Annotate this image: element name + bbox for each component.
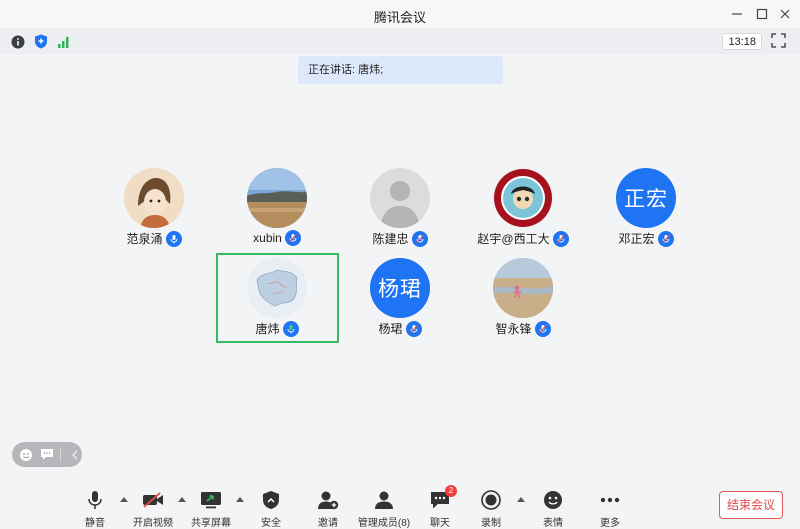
avatar bbox=[247, 168, 307, 228]
minimize-button[interactable] bbox=[728, 5, 746, 23]
shield-icon[interactable] bbox=[32, 33, 49, 50]
share-screen-label: 共享屏幕 bbox=[191, 518, 231, 529]
microphone-muted-icon[interactable] bbox=[405, 320, 422, 337]
participant-tile[interactable]: 陈建忠 bbox=[340, 168, 460, 256]
reactions-label: 表情 bbox=[543, 518, 563, 529]
chat-bubble-icon[interactable] bbox=[39, 447, 54, 462]
meeting-clock: 13:18 bbox=[722, 33, 762, 50]
microphone-icon[interactable] bbox=[165, 230, 182, 247]
security-label: 安全 bbox=[261, 518, 281, 529]
emoji-icon[interactable] bbox=[18, 447, 33, 462]
maximize-button[interactable] bbox=[753, 5, 771, 23]
end-meeting-button[interactable]: 结束会议 bbox=[719, 491, 783, 519]
avatar bbox=[124, 168, 184, 228]
microphone-icon bbox=[84, 489, 106, 511]
chevron-left-icon[interactable] bbox=[67, 447, 82, 462]
participant-name: 邓正宏 bbox=[618, 232, 655, 246]
add-user-icon bbox=[317, 489, 339, 511]
mute-label: 静音 bbox=[85, 518, 105, 529]
microphone-muted-icon[interactable] bbox=[552, 230, 569, 247]
more-label: 更多 bbox=[600, 518, 620, 529]
divider bbox=[60, 447, 61, 462]
avatar bbox=[493, 258, 553, 318]
participant-tile[interactable]: xubin bbox=[217, 168, 337, 256]
microphone-muted-icon[interactable] bbox=[284, 230, 301, 246]
chat-unread-badge: 2 bbox=[445, 485, 457, 497]
chat-label: 聊天 bbox=[430, 518, 450, 529]
manage-members-button[interactable]: 管理成员(8) bbox=[353, 489, 415, 529]
security-button[interactable]: 安全 bbox=[240, 489, 302, 529]
avatar bbox=[493, 168, 553, 228]
fullscreen-icon[interactable] bbox=[771, 33, 788, 50]
participant-name: xubin bbox=[253, 231, 282, 245]
record-label: 录制 bbox=[481, 518, 501, 529]
participant-tile[interactable]: 唐炜 bbox=[217, 258, 337, 346]
participant-name: 唐炜 bbox=[255, 322, 280, 336]
signal-icon[interactable] bbox=[55, 33, 72, 50]
microphone-muted-icon[interactable] bbox=[657, 230, 674, 247]
share-screen-button[interactable]: 共享屏幕 bbox=[180, 489, 242, 529]
emoji-icon bbox=[542, 489, 564, 511]
status-bar: 13:18 bbox=[0, 29, 800, 54]
microphone-speaking-icon[interactable] bbox=[282, 320, 299, 337]
speaking-banner: 正在讲话: 唐炜; bbox=[298, 56, 503, 84]
shield-icon bbox=[260, 489, 282, 511]
window-title: 腾讯会议 bbox=[373, 10, 426, 25]
avatar bbox=[370, 168, 430, 228]
title-bar: 腾讯会议 bbox=[0, 0, 800, 29]
participant-name: 陈建忠 bbox=[372, 232, 409, 246]
more-dots-icon bbox=[599, 489, 621, 511]
participant-tile[interactable]: 杨珺 杨珺 bbox=[340, 258, 460, 346]
participant-tile[interactable]: 赵宇@西工大 bbox=[463, 168, 583, 256]
floating-reaction-bar bbox=[12, 442, 82, 467]
participant-name: 杨珺 bbox=[378, 322, 403, 336]
microphone-muted-icon[interactable] bbox=[534, 320, 551, 337]
manage-members-label: 管理成员(8) bbox=[357, 518, 411, 529]
close-button[interactable] bbox=[776, 5, 794, 23]
avatar bbox=[247, 258, 307, 318]
participant-tile[interactable]: 智永锋 bbox=[463, 258, 583, 346]
participant-name: 范泉涌 bbox=[126, 232, 163, 246]
avatar: 杨珺 bbox=[370, 258, 430, 318]
share-screen-icon bbox=[200, 489, 222, 511]
invite-button[interactable]: 邀请 bbox=[297, 489, 359, 529]
record-button[interactable]: 录制 bbox=[460, 489, 522, 529]
members-icon bbox=[373, 489, 395, 511]
participant-name: 赵宇@西工大 bbox=[477, 232, 550, 246]
avatar: 正宏 bbox=[616, 168, 676, 228]
mute-button[interactable]: 静音 bbox=[64, 489, 126, 529]
video-off-icon bbox=[142, 489, 164, 511]
start-video-label: 开启视频 bbox=[133, 518, 173, 529]
participant-name: 智永锋 bbox=[495, 322, 532, 336]
meeting-toolbar: 静音 开启视频 共享屏幕 安全 邀请 管理成员(8) 2 聊天 录制 表情 更多… bbox=[0, 483, 800, 529]
invite-label: 邀请 bbox=[318, 518, 338, 529]
record-icon bbox=[480, 489, 502, 511]
start-video-button[interactable]: 开启视频 bbox=[122, 489, 184, 529]
more-button[interactable]: 更多 bbox=[579, 489, 641, 529]
participant-tile[interactable]: 正宏 邓正宏 bbox=[586, 168, 706, 256]
reactions-button[interactable]: 表情 bbox=[522, 489, 584, 529]
participant-tile[interactable]: 范泉涌 bbox=[94, 168, 214, 256]
info-icon[interactable] bbox=[9, 33, 26, 50]
microphone-muted-icon[interactable] bbox=[411, 230, 428, 247]
